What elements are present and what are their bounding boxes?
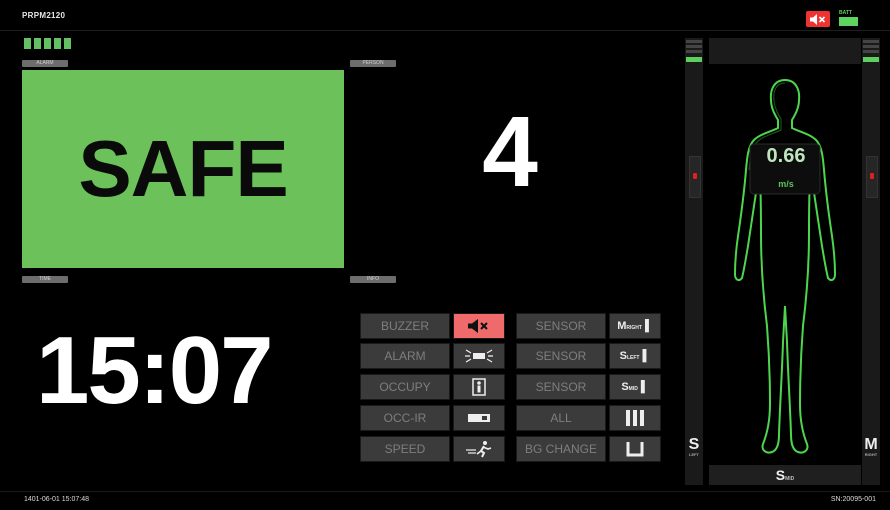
person-box-icon (472, 378, 486, 396)
signal-bar (34, 38, 41, 49)
clock-time: 15:07 (36, 317, 274, 424)
right-sensor-marker (866, 156, 878, 198)
left-sensor-marker (689, 156, 701, 198)
all-sensors-button[interactable]: ALL (516, 405, 606, 431)
button-row-speed: SPEED BG CHANGE (360, 436, 661, 462)
sensor-s-left-icon: SLEFT ▌ (619, 350, 651, 362)
body-silhouette (733, 78, 837, 454)
signal-bar (24, 38, 31, 49)
battery-label: BATT (839, 10, 852, 16)
bottom-sensor-label: SMID (775, 467, 795, 483)
device-name: PRPM2120 (22, 11, 66, 20)
status-tag: ALARM (22, 60, 68, 67)
battery-icon: BATT (838, 10, 860, 27)
sensor-m-button[interactable]: SENSOR (516, 313, 606, 339)
bars-icon (626, 410, 644, 426)
battery-level (839, 17, 858, 26)
button-row-alarm: ALARM SENSOR SLEFT ▌ (360, 343, 661, 369)
body-scan-panel: S LEFT M RIGHT 0.66 m/s SMID (685, 38, 880, 485)
signal-bar (54, 38, 61, 49)
mute-button[interactable] (806, 11, 830, 27)
bg-change-button[interactable]: BG CHANGE (516, 436, 606, 462)
person-count: 4 (482, 96, 538, 208)
all-sensors-toggle[interactable] (609, 405, 661, 431)
top-sensor-strip (709, 38, 861, 64)
speed-toggle[interactable] (453, 436, 505, 462)
left-sensor-label: S LEFT (688, 436, 700, 458)
sensor-m-icon: MRIGHT ▌ (617, 320, 653, 332)
button-row-occ-ir: OCC-IR ALL (360, 405, 661, 431)
speaker-muted-icon (810, 13, 826, 25)
speed-value: 0.66 (766, 145, 806, 167)
button-row-buzzer: BUZZER SENSOR MRIGHT ▌ (360, 313, 661, 339)
occupy-toggle[interactable] (453, 374, 505, 400)
signal-bar (44, 38, 51, 49)
running-person-icon (466, 441, 492, 458)
speed-unit: m/s (778, 179, 794, 189)
bottom-sensor-strip: SMID (709, 465, 861, 485)
occ-ir-toggle[interactable] (453, 405, 505, 431)
bracket-icon (626, 442, 644, 457)
signal-bar (64, 38, 71, 49)
occ-ir-button[interactable]: OCC-IR (360, 405, 450, 431)
sensor-s-mid-toggle[interactable]: SMID ▌ (609, 374, 661, 400)
buzzer-button[interactable]: BUZZER (360, 313, 450, 339)
footer-serial: SN:20095-001 (830, 496, 876, 503)
time-tag: TIME (22, 276, 68, 283)
buzzer-toggle[interactable] (453, 313, 505, 339)
info-tag: INFO (350, 276, 396, 283)
alarm-button[interactable]: ALARM (360, 343, 450, 369)
speed-button[interactable]: SPEED (360, 436, 450, 462)
signal-strength-icon (24, 38, 71, 49)
button-row-occupy: OCCUPY SENSOR SMID ▌ (360, 374, 661, 400)
count-tag: PERSON (350, 60, 396, 67)
status-panel: SAFE (22, 70, 344, 268)
sensor-s-toggle[interactable]: SLEFT ▌ (609, 343, 661, 369)
right-sensor-rail: M RIGHT (862, 38, 880, 485)
alarm-toggle[interactable] (453, 343, 505, 369)
occupy-button[interactable]: OCCUPY (360, 374, 450, 400)
status-value: SAFE (78, 124, 288, 213)
sensor-s-mid-button[interactable]: SENSOR (516, 374, 606, 400)
sensor-s-button[interactable]: SENSOR (516, 343, 606, 369)
ir-sensor-icon (468, 414, 490, 422)
footer-bar (0, 491, 890, 510)
speaker-muted-icon (468, 319, 488, 333)
footer-datetime: 1401-06-01 15:07:48 (24, 496, 89, 503)
left-sensor-rail: S LEFT (685, 38, 703, 485)
sensor-s-mid-icon: SMID ▌ (621, 381, 649, 393)
sensor-m-toggle[interactable]: MRIGHT ▌ (609, 313, 661, 339)
bg-change-toggle[interactable] (609, 436, 661, 462)
top-bar (0, 0, 890, 31)
alarm-light-icon (465, 349, 493, 363)
right-sensor-label: M RIGHT (864, 436, 878, 458)
